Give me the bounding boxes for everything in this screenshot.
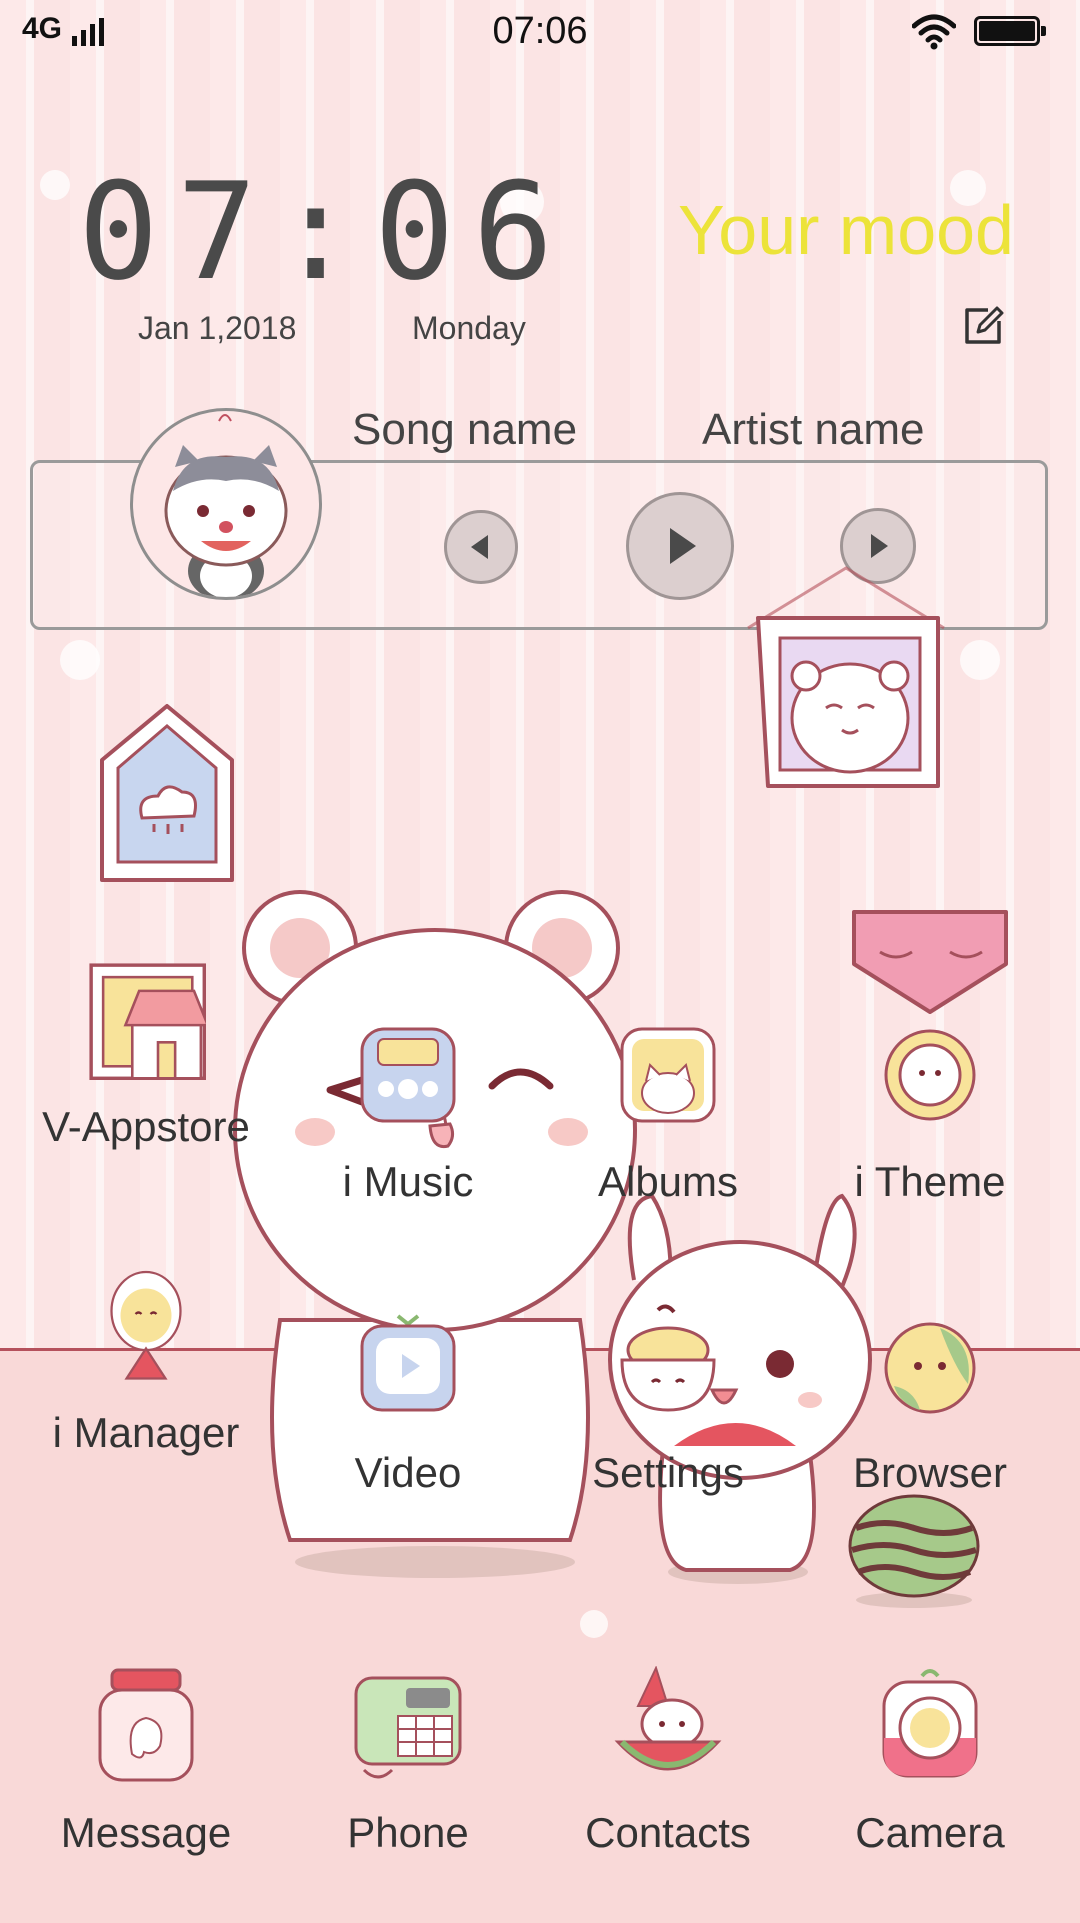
app-label: Albums xyxy=(597,1158,739,1205)
app-settings[interactable]: Settings xyxy=(538,1306,798,1497)
weather-house-frame-icon[interactable] xyxy=(96,700,238,886)
paw-decoration xyxy=(960,640,1000,680)
bear-photo-frame-icon xyxy=(747,566,945,788)
app-label: Phone xyxy=(347,1809,469,1856)
app-label: i Music xyxy=(342,1158,474,1205)
lemon-watermelon-icon xyxy=(110,1270,182,1380)
cat-photo-icon xyxy=(620,1027,716,1123)
paw-decoration xyxy=(580,1610,608,1638)
mood-text[interactable]: Your mood xyxy=(678,190,1014,270)
app-label: Settings xyxy=(592,1449,744,1496)
telephone-icon xyxy=(354,1676,462,1779)
app-browser[interactable]: Browser xyxy=(800,1306,1060,1497)
clock-widget-date: Jan 1,2018 xyxy=(138,310,297,346)
tv-icon xyxy=(360,1314,456,1412)
app-i-music[interactable]: i Music xyxy=(278,1015,538,1206)
planet-icon xyxy=(884,1322,976,1414)
ghost-jar-icon xyxy=(98,1668,194,1782)
app-contacts[interactable]: Contacts xyxy=(538,1665,798,1857)
previous-icon xyxy=(471,535,488,559)
camera-icon xyxy=(882,1669,978,1778)
app-label: i Manager xyxy=(52,1409,240,1456)
play-button[interactable] xyxy=(626,492,734,600)
paw-decoration xyxy=(60,640,100,680)
app-label: Browser xyxy=(852,1449,1008,1496)
wifi-icon xyxy=(912,14,956,50)
app-label: Message xyxy=(60,1809,232,1856)
app-label: V-Appstore xyxy=(42,1103,250,1150)
next-icon xyxy=(871,534,888,558)
noodle-bowl-icon xyxy=(620,1326,716,1412)
app-label: Contacts xyxy=(585,1809,751,1856)
music-player-icon xyxy=(360,1027,456,1123)
app-i-manager[interactable]: i Manager xyxy=(16,1270,276,1457)
app-label: Camera xyxy=(855,1809,1005,1856)
edit-icon[interactable] xyxy=(962,305,1004,347)
appstore-house-icon xyxy=(89,963,210,1080)
play-icon xyxy=(670,528,696,564)
bunny-watermelon-icon xyxy=(614,1665,722,1771)
app-albums[interactable]: Albums xyxy=(538,1015,798,1206)
status-bar: 4G 07:06 xyxy=(0,0,1080,64)
watermelon-decoration xyxy=(848,1494,980,1608)
app-phone[interactable]: Phone xyxy=(278,1666,538,1857)
app-camera[interactable]: Camera xyxy=(800,1666,1060,1857)
app-i-theme[interactable]: i Theme xyxy=(800,1015,1060,1206)
app-video[interactable]: Video xyxy=(278,1306,538,1497)
app-label: Video xyxy=(354,1449,462,1496)
theme-banner-decoration xyxy=(852,910,1008,1014)
artist-name: Artist name xyxy=(702,405,925,454)
app-label: i Theme xyxy=(854,1158,1006,1205)
battery-icon xyxy=(974,16,1046,46)
previous-button[interactable] xyxy=(444,510,518,584)
song-name: Song name xyxy=(352,405,578,454)
paw-decoration xyxy=(40,170,70,200)
clock-widget-time[interactable]: 07:06 xyxy=(78,165,571,299)
album-art-cat-icon[interactable] xyxy=(130,408,322,600)
flower-banner-icon xyxy=(884,1029,976,1121)
app-v-appstore[interactable]: V-Appstore xyxy=(16,960,276,1151)
clock-widget-weekday: Monday xyxy=(412,310,526,346)
app-message[interactable]: Message xyxy=(16,1666,276,1857)
